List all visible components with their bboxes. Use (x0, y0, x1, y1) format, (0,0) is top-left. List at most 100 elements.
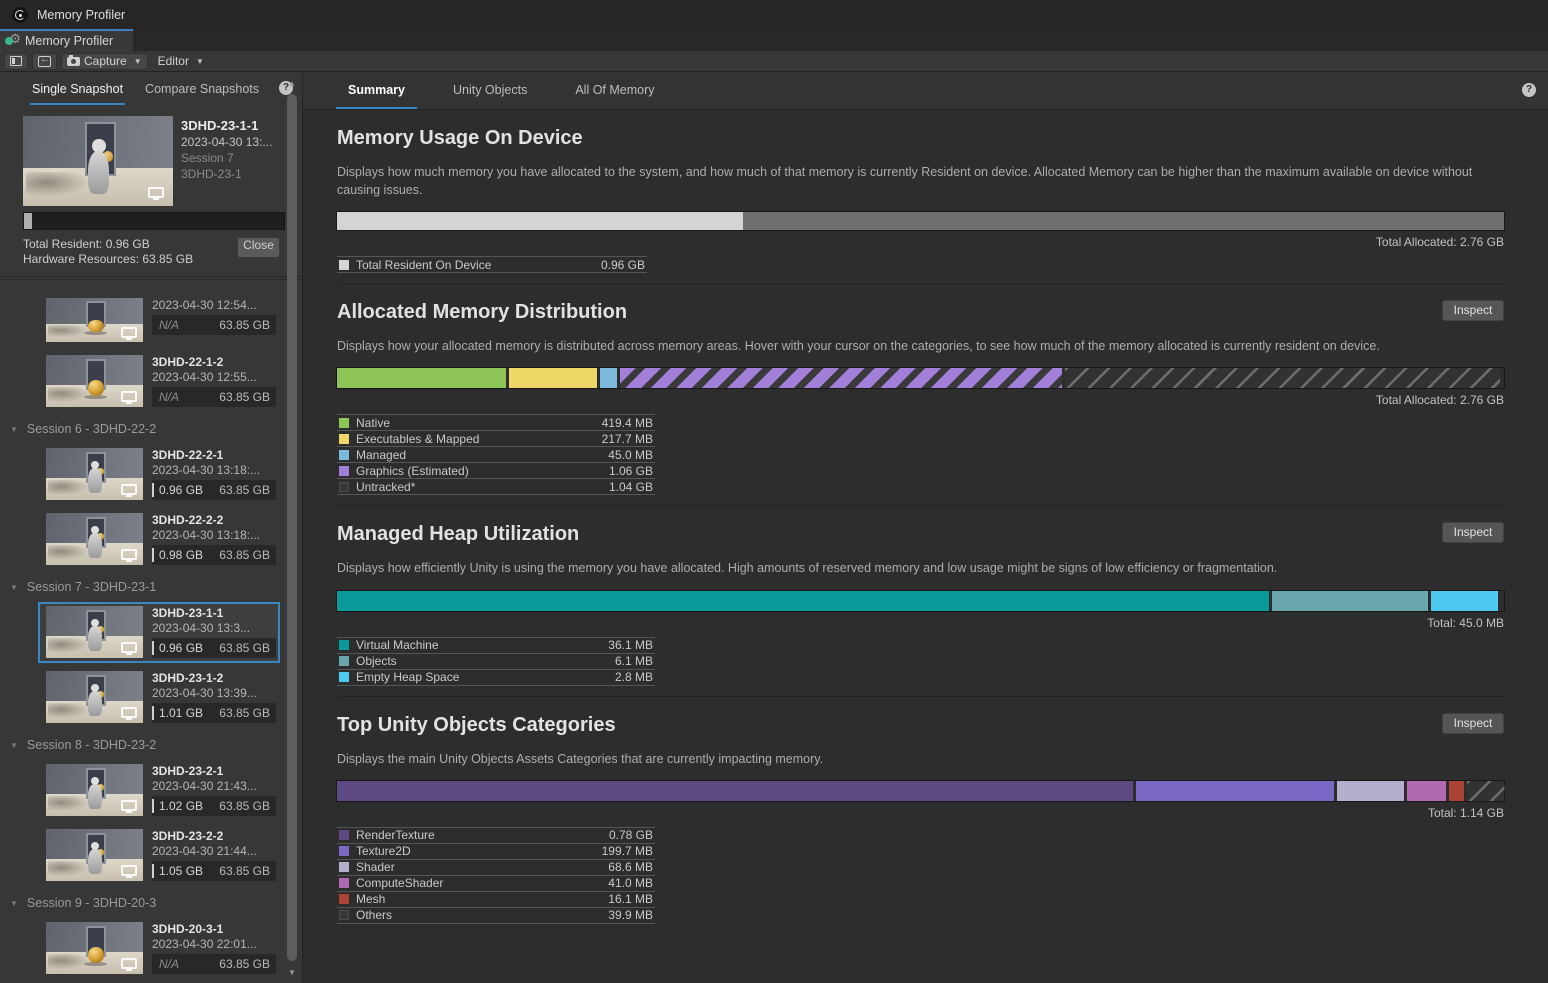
scroll-up-arrow-icon[interactable]: ▲ (285, 78, 299, 90)
session-label: Session 6 - 3DHD-22-2 (27, 422, 156, 436)
snapshot-thumbnail (46, 922, 143, 974)
window-title: Memory Profiler (37, 8, 125, 22)
platform-monitor-icon (121, 707, 137, 718)
snapshot-name: 3DHD-23-2-1 (152, 764, 276, 779)
open-snapshot-card: 3DHD-23-1-1 2023-04-30 13:... Session 7 … (0, 106, 302, 280)
memory-breakdown-bar (337, 591, 1504, 611)
bar-segment-managed[interactable] (600, 368, 617, 388)
snapshot-date: 2023-04-30 13:18:... (152, 463, 276, 478)
snapshot-item-3dhd-23-2-2[interactable]: 3DHD-23-2-2 2023-04-30 21:44... 1.05 GB … (40, 827, 278, 884)
snapshot-item-3dhd-20-3-1[interactable]: 3DHD-20-3-1 2023-04-30 22:01... N/A 63.8… (40, 920, 278, 977)
legend-swatch (339, 260, 349, 270)
bar-segment-native[interactable] (337, 368, 506, 388)
session-label: Session 7 - 3DHD-23-1 (27, 580, 156, 594)
inspect-button-managed-heap-utilization[interactable]: Inspect (1442, 522, 1504, 543)
memory-profiler-window: Memory Profiler ⚙ Memory Profiler Captur… (0, 0, 1548, 983)
capture-dropdown-caret[interactable]: ▼ (134, 57, 142, 66)
bar-segment-executables-mapped[interactable] (509, 368, 597, 388)
snapshot-resident-value: 0.96 GB (159, 641, 203, 655)
bar-segment-empty-heap-space[interactable] (1431, 591, 1498, 611)
camera-icon (67, 57, 80, 66)
collapse-triangle-icon[interactable]: ▼ (10, 741, 18, 750)
scrollbar-thumb[interactable] (287, 94, 297, 961)
snapshot-item-3dhd-23-1-2[interactable]: 3DHD-23-1-2 2023-04-30 13:39... 1.01 GB … (40, 669, 278, 726)
scroll-down-arrow-icon[interactable]: ▼ (285, 967, 299, 979)
legend-label: Others (356, 908, 392, 922)
section-description: Displays how much memory you have alloca… (337, 163, 1504, 199)
legend-swatch (339, 846, 349, 856)
legend-label: Total Resident On Device (356, 258, 491, 272)
collapse-triangle-icon[interactable]: ▼ (10, 899, 18, 908)
bar-segment-graphics-estimated-[interactable] (620, 368, 1062, 388)
tab-memory-profiler[interactable]: ⚙ Memory Profiler (0, 29, 133, 51)
open-snapshot-name: 3DHD-23-1-1 (181, 118, 272, 133)
legend-value: 1.04 GB (609, 480, 655, 494)
resident-minibar (152, 641, 154, 655)
tab-single-snapshot[interactable]: Single Snapshot (30, 74, 125, 105)
tab-all-of-memory[interactable]: All Of Memory (563, 72, 666, 109)
snapshot-stats: 1.01 GB 63.85 GB (152, 703, 276, 723)
legend-row-graphics-estimated-: Graphics (Estimated)1.06 GB (337, 463, 655, 479)
snapshot-date: 2023-04-30 13:39... (152, 686, 276, 701)
editor-dropdown[interactable]: Editor ▼ (152, 53, 210, 70)
collapse-triangle-icon[interactable]: ▼ (10, 425, 18, 434)
snapshot-item-3dhd-23-2-1[interactable]: 3DHD-23-2-1 2023-04-30 21:43... 1.02 GB … (40, 762, 278, 819)
snapshot-stats: 0.98 GB 63.85 GB (152, 545, 276, 565)
bar-segment-rendertexture[interactable] (337, 781, 1133, 801)
summary-help-icon[interactable]: ? (1522, 83, 1536, 97)
snapshot-stats: 0.96 GB 63.85 GB (152, 638, 276, 658)
snapshot-date: 2023-04-30 21:43... (152, 779, 276, 794)
tab-summary[interactable]: Summary (336, 72, 417, 109)
session-header-session-8-3dhd-23-2[interactable]: ▼ Session 8 - 3DHD-23-2 (10, 734, 278, 756)
section-description: Displays how your allocated memory is di… (337, 337, 1504, 355)
snapshot-item-3dhd-22-2-2[interactable]: 3DHD-22-2-2 2023-04-30 13:18:... 0.98 GB… (40, 511, 278, 568)
memory-profiler-package-icon: ⚙ (5, 34, 20, 48)
sidebar-tab-strip: Single Snapshot Compare Snapshots ? (0, 72, 302, 106)
snapshot-hardware-value: 63.85 GB (219, 318, 270, 332)
legend-row-shader: Shader68.6 MB (337, 860, 655, 876)
inspect-button-top-unity-objects-categories[interactable]: Inspect (1442, 713, 1504, 734)
tab-compare-snapshots[interactable]: Compare Snapshots (143, 74, 261, 105)
snapshot-date: 2023-04-30 13:3... (152, 621, 276, 636)
bar-segment-virtual-machine[interactable] (337, 591, 1269, 611)
main-tab-strip: Summary Unity Objects All Of Memory? (303, 72, 1548, 110)
session-header-session-6-3dhd-22-2[interactable]: ▼ Session 6 - 3DHD-22-2 (10, 418, 278, 440)
bar-segment-objects[interactable] (1272, 591, 1428, 611)
import-snapshot-button[interactable] (32, 53, 57, 70)
memory-breakdown-bar (337, 212, 1504, 230)
platform-monitor-icon (121, 549, 137, 560)
snapshot-item-3dhd-22-2-1[interactable]: 3DHD-22-2-1 2023-04-30 13:18:... 0.96 GB… (40, 446, 278, 503)
collapse-triangle-icon[interactable]: ▼ (10, 583, 18, 592)
bar-segment-mesh[interactable] (1449, 781, 1464, 801)
bar-segment-untracked-[interactable] (1065, 368, 1500, 388)
bar-segment-shader[interactable] (1337, 781, 1404, 801)
snapshot-item-3dhd-22-1-2[interactable]: 3DHD-22-1-2 2023-04-30 12:55... N/A 63.8… (40, 353, 278, 410)
bar-segment-total-resident-on-device[interactable] (337, 212, 743, 230)
snapshot-item-3dhd-23-1-1[interactable]: 3DHD-23-1-1 2023-04-30 13:3... 0.96 GB 6… (40, 604, 278, 661)
close-snapshot-button[interactable]: Close (237, 237, 280, 258)
panel-layout-icon (10, 56, 22, 66)
open-snapshot-date: 2023-04-30 13:... (181, 135, 272, 149)
platform-monitor-icon (121, 958, 137, 969)
session-header-session-9-3dhd-20-3[interactable]: ▼ Session 9 - 3DHD-20-3 (10, 892, 278, 914)
legend-row-native: Native419.4 MB (337, 415, 655, 431)
section-memory-usage-on-device: Memory Usage On Device Displays how much… (337, 110, 1504, 283)
bar-segment-texture2d[interactable] (1136, 781, 1334, 801)
legend-swatch (339, 878, 349, 888)
legend-value: 2.8 MB (615, 670, 655, 684)
capture-button[interactable]: Capture ▼ (61, 53, 148, 70)
bar-segment-computeshader[interactable] (1407, 781, 1446, 801)
toggle-panel-button[interactable] (4, 53, 28, 70)
snapshot-thumbnail (46, 298, 143, 342)
legend-label: Shader (356, 860, 395, 874)
tab-unity-objects[interactable]: Unity Objects (441, 72, 539, 109)
session-header-session-7-3dhd-23-1[interactable]: ▼ Session 7 - 3DHD-23-1 (10, 576, 278, 598)
bar-segment-remainder[interactable] (743, 212, 1504, 230)
legend-label: Mesh (356, 892, 385, 906)
inspect-button-allocated-memory-distribution[interactable]: Inspect (1442, 300, 1504, 321)
snapshot-list-scrollbar[interactable]: ▲ ▼ (285, 78, 299, 979)
legend-label: Graphics (Estimated) (356, 464, 469, 478)
bar-segment-others[interactable] (1467, 781, 1505, 801)
snapshot-list-item[interactable]: 2023-04-30 12:54... N/A 63.85 GB (40, 296, 278, 345)
snapshot-list: 2023-04-30 12:54... N/A 63.85 GB 3DHD-22… (0, 292, 302, 983)
